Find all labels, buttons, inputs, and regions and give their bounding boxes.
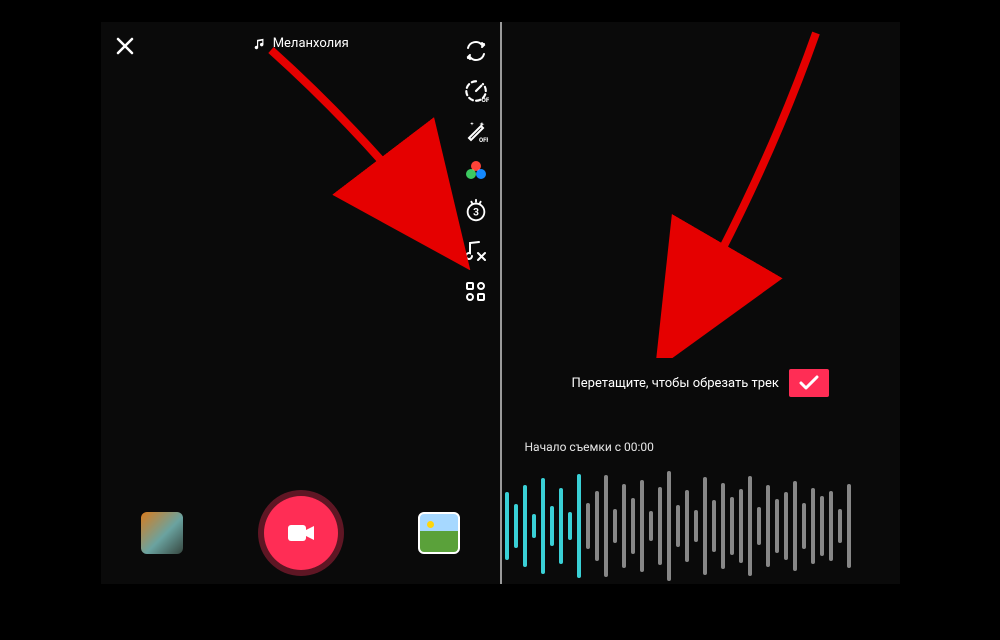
waveform-bar <box>757 507 761 544</box>
waveform-bar <box>568 512 572 540</box>
trim-sound-button[interactable] <box>463 238 489 264</box>
waveform-bar <box>802 503 806 549</box>
waveform-bar <box>838 509 842 544</box>
waveform-bar <box>739 489 743 563</box>
timer-button[interactable]: 3 <box>463 198 489 224</box>
trim-sound-screen: Перетащите, чтобы обрезать трек Начало с… <box>501 22 901 584</box>
waveform-bar <box>748 476 752 576</box>
record-button[interactable] <box>264 496 338 570</box>
magic-wand-icon: OFF <box>464 119 488 143</box>
waveform-bar <box>847 484 851 568</box>
waveform-bar <box>694 510 698 542</box>
waveform-bar <box>586 503 590 549</box>
waveform-bar <box>820 496 824 556</box>
waveform-bar <box>604 475 608 577</box>
record-screen: Меланхолия OFF OFF 3 <box>101 22 501 584</box>
waveform-bar <box>730 497 734 555</box>
beauty-button[interactable]: OFF <box>463 118 489 144</box>
speed-icon: OFF <box>463 78 489 104</box>
close-icon <box>115 36 135 56</box>
grid-icon <box>466 282 485 301</box>
flip-camera-button[interactable] <box>463 38 489 64</box>
sound-label: Меланхолия <box>273 36 349 51</box>
close-button[interactable] <box>115 36 135 60</box>
waveform-bar <box>784 492 788 559</box>
more-button[interactable] <box>463 278 489 304</box>
waveform-bar <box>595 491 599 561</box>
svg-text:OFF: OFF <box>481 96 489 104</box>
checkmark-icon <box>799 375 819 391</box>
waveform-bar <box>649 511 653 541</box>
waveform-bar <box>667 471 671 580</box>
flip-camera-icon <box>464 39 488 63</box>
tutorial-arrow-left <box>251 40 481 270</box>
waveform-bar <box>505 492 509 559</box>
speed-button[interactable]: OFF <box>463 78 489 104</box>
right-toolbar: OFF OFF 3 <box>463 38 489 304</box>
timer-3-icon: 3 <box>463 198 489 224</box>
waveform-bar <box>541 478 545 573</box>
waveform-bar <box>793 481 797 571</box>
waveform-bar <box>523 485 527 566</box>
video-camera-icon <box>287 523 315 543</box>
trim-instruction-row: Перетащите, чтобы обрезать трек <box>501 369 901 397</box>
waveform-bar <box>775 499 779 552</box>
svg-text:3: 3 <box>473 208 479 219</box>
waveform-bar <box>721 483 725 569</box>
tutorial-arrow-right <box>611 28 841 358</box>
filters-button[interactable] <box>463 158 489 184</box>
waveform-bar <box>640 480 644 573</box>
waveform-bar <box>631 498 635 554</box>
waveform-bar <box>532 514 536 537</box>
svg-text:OFF: OFF <box>479 137 488 143</box>
waveform-bar <box>685 490 689 562</box>
recording-start-label: Начало съемки с 00:00 <box>525 440 654 454</box>
sound-picker[interactable]: Меланхолия <box>253 36 349 51</box>
waveform-bar <box>712 500 716 551</box>
waveform-bar <box>766 485 770 566</box>
music-trim-icon <box>464 239 488 263</box>
filters-icon <box>466 161 486 181</box>
bottom-bar <box>101 496 501 570</box>
tutorial-stage: Меланхолия OFF OFF 3 <box>101 22 900 584</box>
waveform-bar <box>829 491 833 561</box>
waveform-bar <box>577 474 581 578</box>
waveform-bar <box>622 484 626 568</box>
confirm-trim-button[interactable] <box>789 369 829 397</box>
waveform-scrubber[interactable] <box>501 468 901 584</box>
effects-button[interactable] <box>141 512 183 554</box>
waveform-bar <box>811 488 815 565</box>
waveform-bar <box>658 487 662 566</box>
waveform-bar <box>613 509 617 544</box>
waveform-bar <box>550 506 554 545</box>
waveform-bar <box>676 505 680 547</box>
waveform-bar <box>703 477 707 574</box>
waveform-bar <box>514 504 518 548</box>
waveform-bar <box>559 488 563 565</box>
trim-instruction-label: Перетащите, чтобы обрезать трек <box>572 376 779 391</box>
upload-gallery-button[interactable] <box>418 512 460 554</box>
music-note-icon <box>253 37 267 51</box>
